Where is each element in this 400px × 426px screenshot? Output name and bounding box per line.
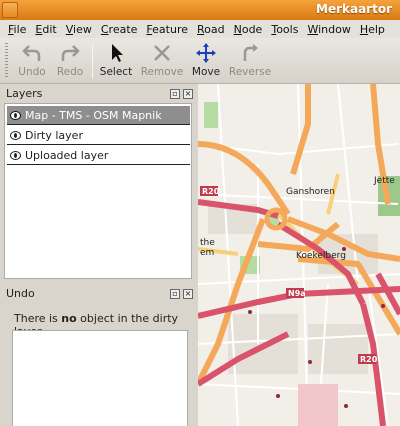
move-button[interactable]: Move	[188, 40, 224, 82]
move-arrows-icon	[196, 43, 216, 63]
menu-feature[interactable]: Feature	[146, 23, 188, 36]
layer-item-uploaded[interactable]: Uploaded layer	[7, 146, 190, 165]
eye-icon[interactable]	[10, 130, 21, 140]
undo-float-icon[interactable]: ▫	[170, 289, 180, 299]
layer-item-osm-mapnik[interactable]: Map - TMS - OSM Mapnik	[7, 106, 190, 125]
menu-edit[interactable]: Edit	[35, 23, 56, 36]
toolbar-separator	[92, 44, 93, 78]
menu-file[interactable]: File	[8, 23, 26, 36]
select-label: Select	[99, 66, 133, 78]
undo-icon	[22, 45, 41, 61]
route-shield-r20-top: R20	[202, 187, 220, 196]
cursor-arrow-icon	[112, 44, 123, 62]
map-label-the: the	[200, 238, 215, 248]
park-area	[204, 102, 218, 128]
undo-close-icon[interactable]: ×	[183, 289, 193, 299]
map-label-em: em	[200, 248, 214, 258]
menu-create[interactable]: Create	[101, 23, 138, 36]
undo-panel: There is no object in the dirty layer	[4, 302, 192, 426]
eye-icon[interactable]	[10, 150, 21, 160]
menu-view[interactable]: View	[66, 23, 92, 36]
route-shield-n9a: N9a	[288, 289, 306, 298]
window-title: Merkaartor	[316, 2, 392, 16]
undo-button[interactable]: Undo	[14, 40, 50, 82]
remove-button[interactable]: Remove	[140, 40, 184, 82]
layer-label: Uploaded layer	[25, 148, 109, 162]
redo-icon	[61, 45, 80, 61]
layers-float-icon[interactable]: ▫	[170, 89, 180, 99]
dock-splitter[interactable]	[0, 280, 197, 284]
move-label: Move	[191, 66, 221, 78]
map-view[interactable]: Ganshoren Jette Koekelberg the em R20 N9…	[198, 84, 400, 426]
window-menu-button[interactable]	[2, 2, 18, 18]
reverse-arrow-icon	[243, 44, 258, 61]
reverse-label: Reverse	[228, 66, 272, 78]
toolbar-grip[interactable]	[5, 43, 8, 79]
menu-tools[interactable]: Tools	[271, 23, 298, 36]
map-canvas[interactable]: Ganshoren Jette Koekelberg the em R20 N9…	[198, 84, 400, 426]
layers-panel-title: Layers	[6, 87, 43, 100]
reverse-button[interactable]: Reverse	[228, 40, 272, 82]
menu-bar: File Edit View Create Feature Road Node …	[0, 20, 400, 38]
remove-label: Remove	[140, 66, 184, 78]
menu-window[interactable]: Window	[307, 23, 350, 36]
redo-button[interactable]: Redo	[52, 40, 88, 82]
menu-road[interactable]: Road	[197, 23, 225, 36]
undo-panel-title: Undo	[6, 287, 35, 300]
menu-help[interactable]: Help	[360, 23, 385, 36]
map-label-ganshoren: Ganshoren	[286, 187, 335, 197]
undo-history-list[interactable]	[12, 330, 188, 426]
layers-list: Map - TMS - OSM Mapnik Dirty layer Uploa…	[4, 103, 192, 279]
route-shield-r20-bottom: R20	[360, 355, 378, 364]
layer-item-dirty[interactable]: Dirty layer	[7, 126, 190, 145]
remove-x-icon	[154, 45, 170, 61]
redo-label: Redo	[56, 66, 84, 78]
eye-icon[interactable]	[10, 110, 21, 120]
map-label-jette: Jette	[373, 176, 395, 186]
layer-label: Map - TMS - OSM Mapnik	[25, 108, 162, 122]
menu-node[interactable]: Node	[234, 23, 263, 36]
map-label-koekelberg: Koekelberg	[296, 251, 346, 261]
layer-label: Dirty layer	[25, 128, 83, 142]
undo-label: Undo	[18, 66, 46, 78]
select-button[interactable]: Select	[98, 40, 134, 82]
layers-close-icon[interactable]: ×	[183, 89, 193, 99]
landuse-area	[298, 384, 338, 426]
title-bar: Merkaartor	[0, 0, 400, 20]
toolbar: Undo Redo Select Remove Move Reverse	[0, 38, 400, 84]
